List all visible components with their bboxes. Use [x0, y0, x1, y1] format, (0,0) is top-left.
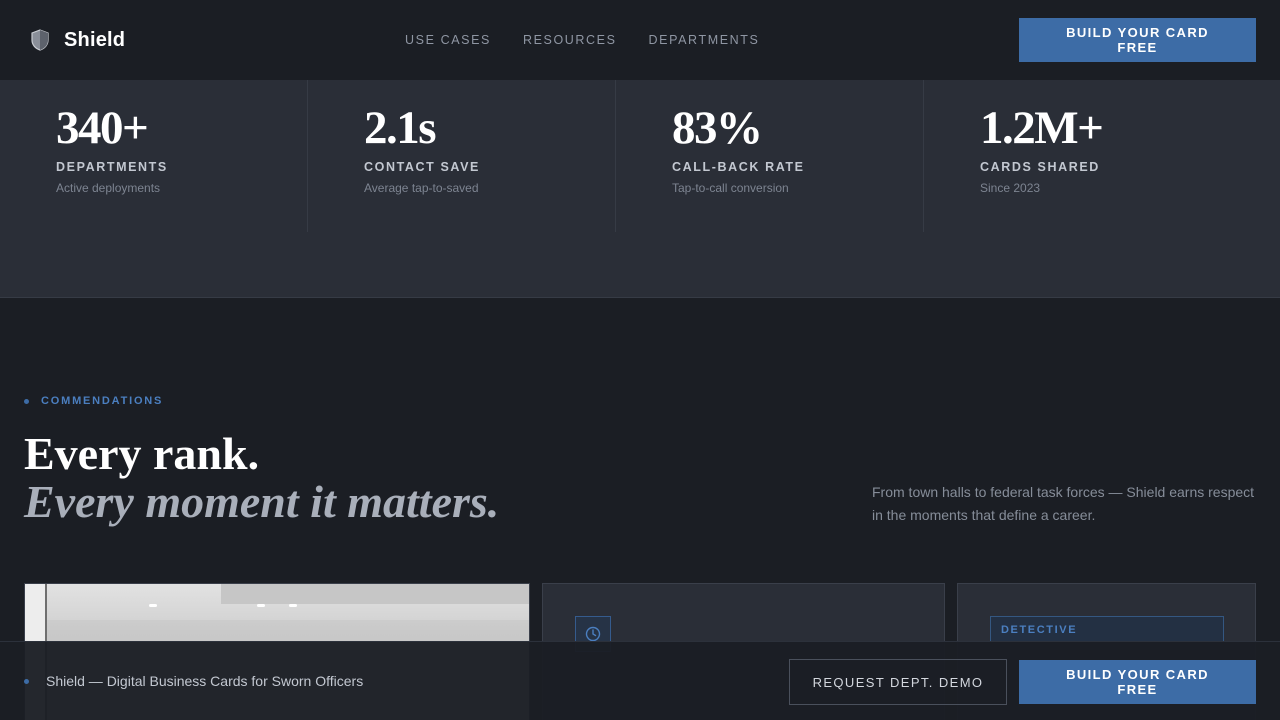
stat-value: 1.2M+ — [980, 102, 1104, 154]
photo-light — [257, 604, 265, 607]
stat-value: 83% — [672, 102, 763, 154]
eyebrow-dot — [24, 398, 29, 404]
request-demo-button[interactable]: REQUEST DEPT. DEMO — [789, 659, 1007, 705]
stat-subtext: Tap-to-call conversion — [672, 181, 789, 195]
sticky-tagline: Shield — Digital Business Cards for Swor… — [46, 673, 364, 689]
stat-subtext: Average tap-to-saved — [364, 181, 479, 195]
photo-light — [149, 604, 157, 607]
eyebrow-label: COMMENDATIONS — [41, 395, 164, 407]
brand-logo[interactable]: Shield — [30, 29, 125, 52]
rank-badge: DETECTIVE — [990, 616, 1224, 642]
stat-label: CALL-BACK RATE — [672, 160, 805, 174]
stat-cards-shared: 1.2M+ CARDS SHARED Since 2023 — [924, 80, 1280, 232]
stat-value: 2.1s — [364, 102, 437, 154]
section-headline: Every rank. Every moment it matters. — [24, 430, 499, 526]
stat-label: DEPARTMENTS — [56, 160, 168, 174]
stat-contact-save: 2.1s CONTACT SAVE Average tap-to-saved — [308, 80, 616, 232]
section-eyebrow: COMMENDATIONS — [24, 395, 163, 407]
nav-link-use-cases[interactable]: USE CASES — [405, 33, 491, 47]
top-nav: Shield USE CASES RESOURCES DEPARTMENTS B… — [0, 0, 1280, 80]
main-nav: USE CASES RESOURCES DEPARTMENTS — [405, 0, 759, 80]
stat-subtext: Active deployments — [56, 181, 161, 195]
photo-light — [289, 604, 297, 607]
photo-beam — [221, 584, 529, 604]
stat-departments: 340+ DEPARTMENTS Active deployments — [0, 80, 308, 232]
build-card-button[interactable]: BUILD YOUR CARD FREE — [1019, 18, 1256, 62]
stats-band: 340+ DEPARTMENTS Active deployments 2.1s… — [0, 80, 1280, 298]
nav-link-departments[interactable]: DEPARTMENTS — [649, 33, 760, 47]
stat-subtext: Since 2023 — [980, 181, 1041, 195]
stat-call-back-rate: 83% CALL-BACK RATE Tap-to-call conversio… — [616, 80, 924, 232]
status-dot — [24, 679, 29, 684]
stat-label: CARDS SHARED — [980, 160, 1100, 174]
nav-link-resources[interactable]: RESOURCES — [523, 33, 617, 47]
section-description: From town halls to federal task forces —… — [872, 484, 1255, 523]
sticky-cta-bar: Shield — Digital Business Cards for Swor… — [0, 641, 1280, 720]
headline-line-1: Every rank. — [24, 428, 260, 479]
headline-line-2: Every moment it matters. — [24, 476, 500, 527]
stat-label: CONTACT SAVE — [364, 160, 480, 174]
stat-value: 340+ — [56, 102, 149, 154]
build-card-button-sticky[interactable]: BUILD YOUR CARD FREE — [1019, 660, 1256, 704]
brand-name: Shield — [64, 28, 126, 51]
shield-icon — [30, 29, 50, 51]
